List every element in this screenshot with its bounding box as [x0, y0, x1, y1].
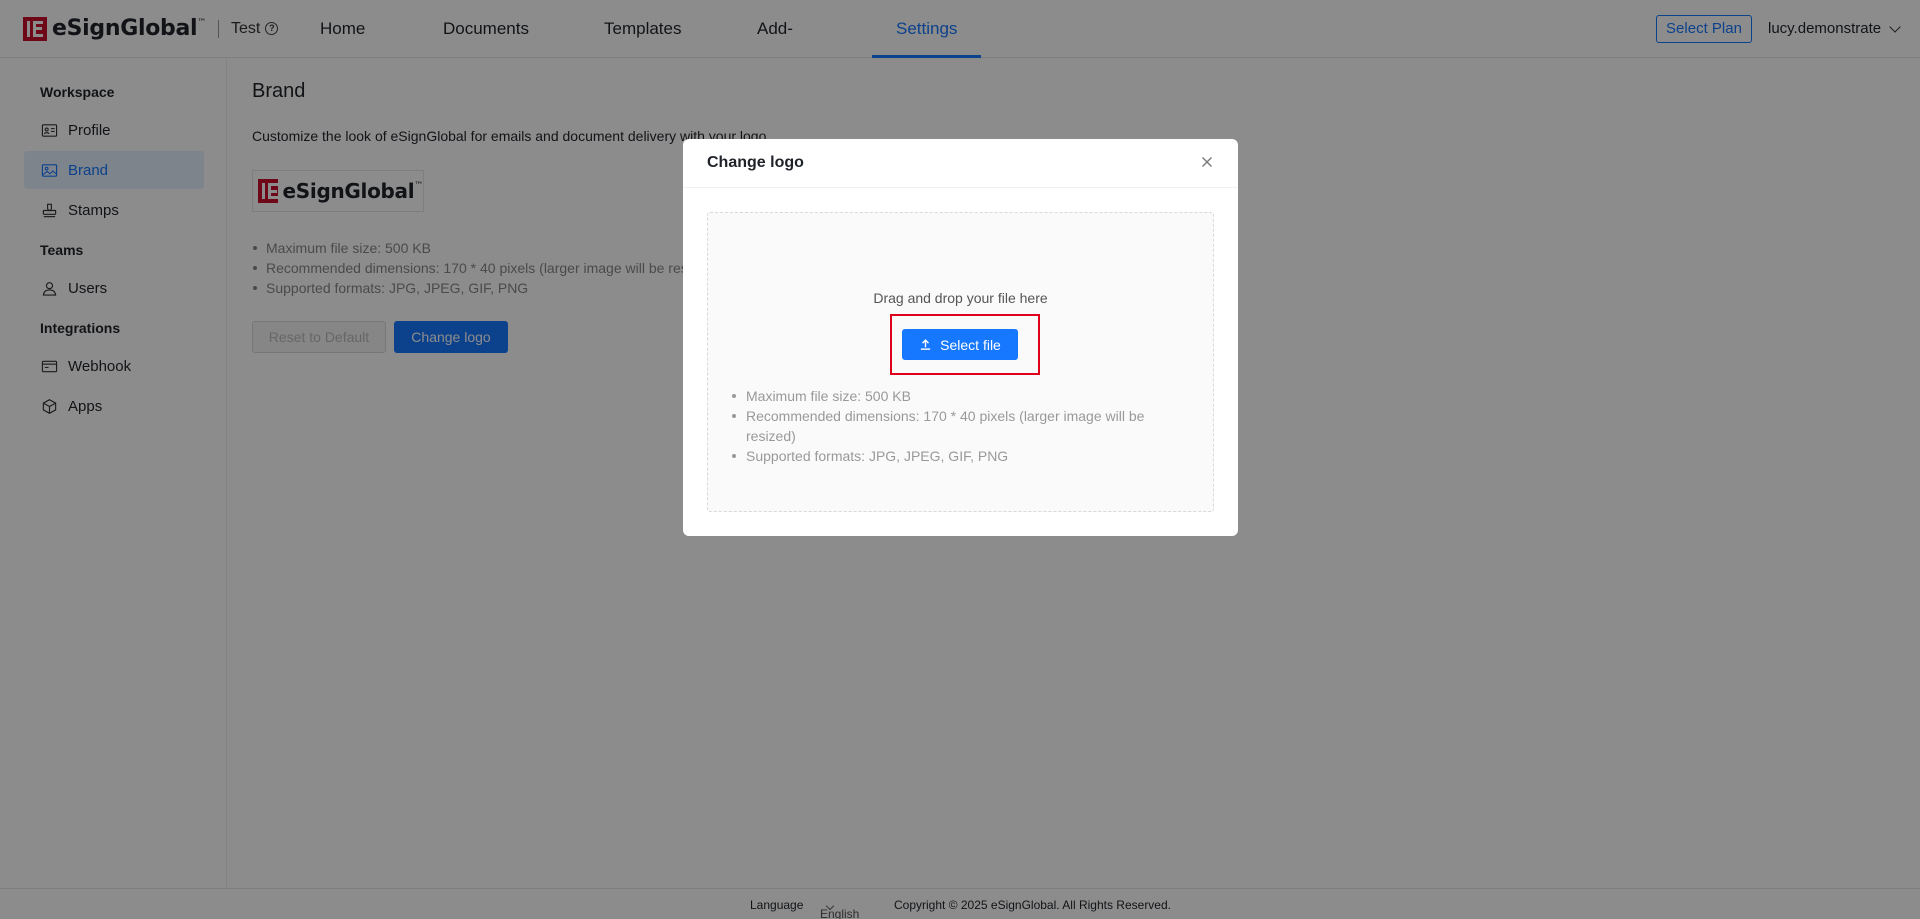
- dialog-requirements: Maximum file size: 500 KB Recommended di…: [732, 386, 1186, 466]
- change-logo-dialog: Change logo Drag and drop your file here…: [683, 139, 1238, 536]
- close-icon[interactable]: [1200, 155, 1214, 169]
- list-item: Recommended dimensions: 170 * 40 pixels …: [732, 406, 1186, 446]
- dropzone-instructions: Drag and drop your file here: [873, 290, 1048, 306]
- select-file-button[interactable]: Select file: [902, 329, 1018, 360]
- dialog-title: Change logo: [707, 154, 804, 171]
- list-item: Supported formats: JPG, JPEG, GIF, PNG: [732, 446, 1186, 466]
- dialog-header: Change logo: [683, 139, 1238, 188]
- list-item: Maximum file size: 500 KB: [732, 386, 1186, 406]
- select-file-label: Select file: [940, 336, 1001, 353]
- file-dropzone[interactable]: Drag and drop your file here Select file…: [707, 212, 1214, 512]
- upload-icon: [920, 339, 931, 350]
